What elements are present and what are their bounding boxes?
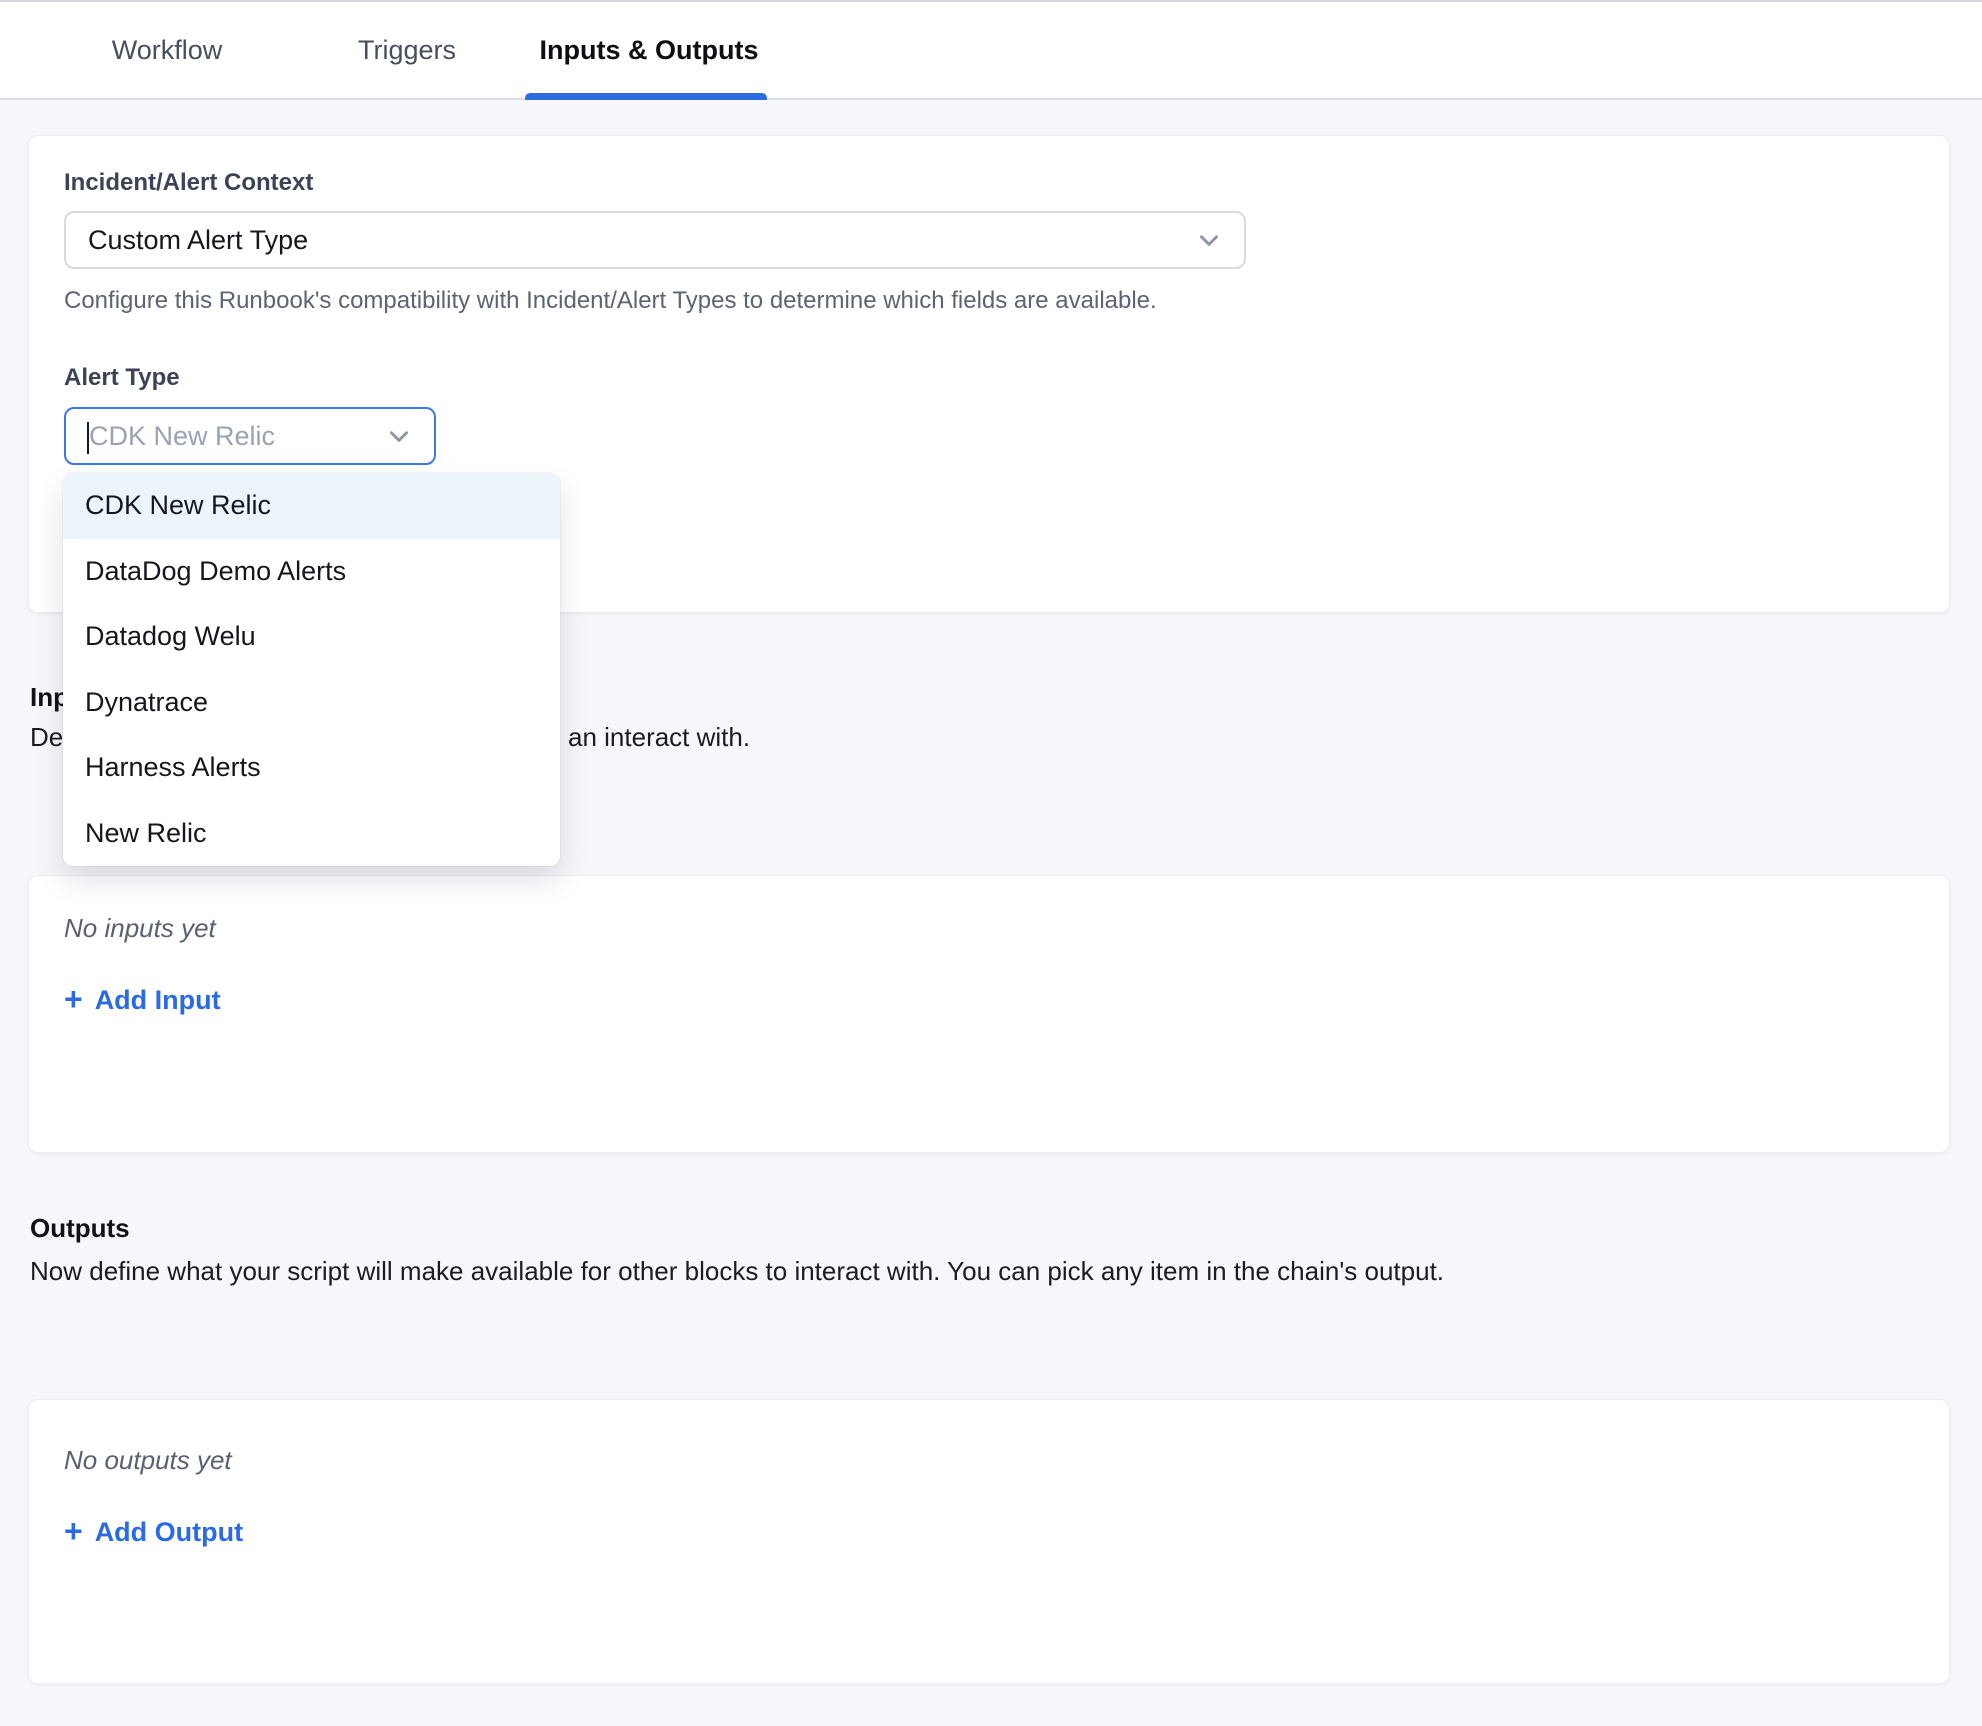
chevron-down-icon (384, 421, 414, 451)
dropdown-option-dynatrace[interactable]: Dynatrace (63, 670, 560, 736)
inputs-card: No inputs yet + Add Input (28, 875, 1950, 1153)
add-output-label: Add Output (95, 1517, 243, 1548)
active-tab-indicator (525, 93, 767, 100)
runbook-editor-page: Workflow Triggers Inputs & Outputs Incid… (0, 0, 1982, 1726)
dropdown-option-datadog-demo-alerts[interactable]: DataDog Demo Alerts (63, 539, 560, 605)
dropdown-option-new-relic[interactable]: New Relic (63, 801, 560, 867)
inputs-description-left: De (30, 722, 63, 753)
text-cursor (87, 422, 89, 454)
inputs-description-right: an interact with. (568, 722, 750, 753)
inputs-empty-text: No inputs yet (64, 913, 216, 944)
incident-context-label: Incident/Alert Context (64, 169, 313, 197)
alert-type-placeholder: CDK New Relic (89, 421, 275, 452)
context-helper-text: Configure this Runbook's compatibility w… (64, 287, 1157, 315)
tab-workflow[interactable]: Workflow (110, 2, 224, 98)
tab-inputs-outputs[interactable]: Inputs & Outputs (542, 2, 756, 98)
chevron-down-icon (1194, 225, 1224, 255)
plus-icon: + (64, 983, 83, 1015)
incident-context-select[interactable]: Custom Alert Type (64, 211, 1246, 269)
outputs-card: No outputs yet + Add Output (28, 1399, 1950, 1684)
dropdown-option-harness-alerts[interactable]: Harness Alerts (63, 735, 560, 801)
outputs-heading: Outputs (30, 1213, 130, 1244)
add-input-label: Add Input (95, 985, 221, 1016)
dropdown-option-datadog-welu[interactable]: Datadog Welu (63, 604, 560, 670)
add-output-button[interactable]: + Add Output (64, 1516, 243, 1548)
outputs-empty-text: No outputs yet (64, 1445, 232, 1476)
alert-type-combobox[interactable]: CDK New Relic (64, 407, 436, 465)
alert-type-label: Alert Type (64, 364, 180, 392)
dropdown-option-cdk-new-relic[interactable]: CDK New Relic (63, 473, 560, 539)
tab-triggers[interactable]: Triggers (357, 2, 457, 98)
outputs-description: Now define what your script will make av… (30, 1256, 1444, 1287)
alert-type-dropdown-list: CDK New Relic DataDog Demo Alerts Datado… (63, 473, 560, 866)
add-input-button[interactable]: + Add Input (64, 984, 221, 1016)
tab-bar: Workflow Triggers Inputs & Outputs (0, 0, 1982, 100)
incident-context-value: Custom Alert Type (88, 225, 308, 256)
plus-icon: + (64, 1515, 83, 1547)
